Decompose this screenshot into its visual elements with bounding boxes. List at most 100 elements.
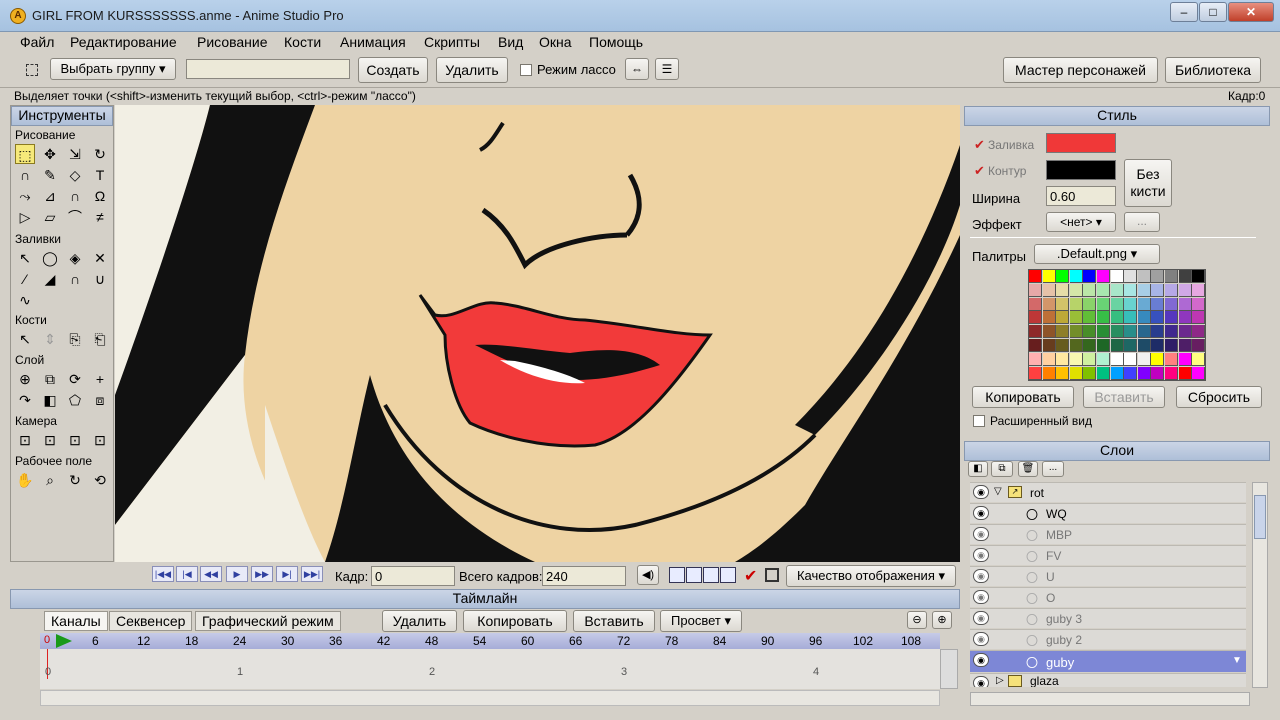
effect-options-button[interactable]: ... [1124,212,1160,232]
shear-layer-tool-icon[interactable]: ⬠ [65,390,85,410]
stroke-color-swatch[interactable] [1046,160,1116,180]
menu-edit[interactable]: Редактирование [68,34,179,50]
palette-swatch[interactable] [1069,283,1083,297]
visibility-eye-icon[interactable]: ◉ [973,548,989,562]
delete-edge-tool-icon[interactable]: ▷ [15,207,35,227]
layer-row-guby[interactable]: ◉ 〇 guby ▼ [970,650,1246,672]
palette-swatch[interactable] [1069,325,1083,339]
palette-swatch[interactable] [1165,339,1178,352]
palette-swatch[interactable] [1151,339,1165,352]
view-split-horizontal-icon[interactable] [703,567,719,583]
palette-swatch[interactable] [1110,283,1124,297]
palette-swatch[interactable] [1192,311,1206,325]
palette-swatch[interactable] [1151,366,1165,380]
palette-swatch[interactable] [1083,270,1097,283]
create-button[interactable]: Создать [358,57,428,83]
paint-bucket-tool-icon[interactable]: ◈ [65,248,85,268]
layer-row-mbp[interactable]: ◉ 〇 MBP [970,524,1246,544]
text-tool-icon[interactable]: T [90,165,110,185]
palette-swatch[interactable] [1097,325,1110,339]
stroke-check-icon[interactable]: ✔ [974,163,985,179]
palette-swatch[interactable] [1192,283,1206,297]
palette-swatch[interactable] [1192,352,1206,366]
palette-swatch[interactable] [1042,283,1056,297]
frame-input[interactable]: 0 [371,566,455,586]
view-split-vertical-icon[interactable] [686,567,702,583]
translate-tool-icon[interactable]: ✥ [40,144,60,164]
library-button[interactable]: Библиотека [1165,57,1261,83]
palette-swatch[interactable] [1178,297,1192,311]
first-frame-icon[interactable]: |◀◀ [152,566,174,582]
prev-key-icon[interactable]: |◀ [176,566,198,582]
curvature-tool-icon[interactable]: ⤳ [15,186,35,206]
palette-swatch[interactable] [1083,325,1097,339]
visibility-eye-icon[interactable]: ◉ [973,569,989,583]
flip-layer-tool-icon[interactable]: ◧ [40,390,60,410]
collapse-arrow-icon[interactable]: ▷ [996,675,1004,686]
layers-scrollbar[interactable] [1252,482,1268,688]
palette-swatch[interactable] [1097,311,1110,325]
palette-swatch[interactable] [1124,283,1138,297]
shear-tool-icon[interactable]: ⌒ [65,207,85,227]
palette-swatch[interactable] [1165,270,1178,283]
visibility-eye-icon[interactable]: ◉ [973,653,989,667]
palette-swatch[interactable] [1137,325,1151,339]
select-group-dropdown[interactable]: Выбрать группу ▾ [50,58,176,80]
palette-swatch[interactable] [1137,366,1151,380]
style-reset-button[interactable]: Сбросить [1176,386,1262,408]
eyedropper-tool-icon[interactable]: ⁄ [15,269,35,289]
expand-arrow-icon[interactable]: ▽ [994,486,1002,497]
curve-profile-tool-icon[interactable]: ∿ [15,290,35,310]
effect-dropdown[interactable]: <нет> ▾ [1046,212,1116,232]
palette-swatch[interactable] [1178,311,1192,325]
palette-swatch[interactable] [1192,325,1206,339]
width-input[interactable]: 0.60 [1046,186,1116,206]
tab-sequencer[interactable]: Секвенсер [109,611,193,631]
palette-swatch[interactable] [1029,352,1042,366]
total-frames-input[interactable]: 240 [542,566,626,586]
flip-horizontal-icon[interactable]: ⇔ [625,58,649,80]
palette-swatch[interactable] [1042,325,1056,339]
fill-check-icon[interactable]: ✔ [974,137,985,153]
palette-swatch[interactable] [1165,352,1178,366]
palette-swatch[interactable] [1165,325,1178,339]
palette-swatch[interactable] [1165,283,1178,297]
align-icon[interactable]: ☰ [655,58,679,80]
palette-swatch[interactable] [1056,311,1070,325]
visibility-eye-icon[interactable]: ◉ [973,590,989,604]
maximize-button[interactable]: □ [1199,2,1227,22]
rotate-layer-tool-icon[interactable]: ↷ [15,390,35,410]
palette-swatch[interactable] [1165,297,1178,311]
select-shape-tool-icon[interactable]: ↖ [15,248,35,268]
menu-bones[interactable]: Кости [282,34,323,50]
palette-swatch[interactable] [1097,352,1110,366]
palette-swatch[interactable] [1151,270,1165,283]
sound-icon[interactable]: ◀) [637,565,659,585]
timeline-paste-button[interactable]: Вставить [573,610,655,632]
select-points-tool-icon[interactable]: ⬚ [15,144,35,164]
next-key-icon[interactable]: ▶| [276,566,298,582]
prev-frame-icon[interactable]: ◀◀ [200,566,222,582]
scale-layer-tool-icon[interactable]: ⟳ [65,369,85,389]
shape-tool-icon[interactable]: ◇ [65,165,85,185]
palette-swatch[interactable] [1124,270,1138,283]
palette-swatch[interactable] [1124,339,1138,352]
palette-swatch[interactable] [1056,366,1070,380]
color-palette-grid[interactable] [1028,269,1206,381]
palette-swatch[interactable] [1097,283,1110,297]
palette-swatch[interactable] [1029,366,1042,380]
layer-dropdown-icon[interactable]: ▼ [1232,655,1242,666]
menu-windows[interactable]: Окна [537,34,574,50]
add-point-tool-icon[interactable]: ∩ [15,165,35,185]
warp-tool-icon[interactable]: Ω [90,186,110,206]
palette-swatch[interactable] [1042,352,1056,366]
palette-swatch[interactable] [1165,366,1178,380]
zoom-tool-icon[interactable]: ⌕ [40,470,60,490]
layer-options-icon[interactable]: ... [1042,461,1064,477]
delete-layer-icon[interactable]: 🗑 [1018,461,1038,477]
palette-swatch[interactable] [1192,297,1206,311]
palette-swatch[interactable] [1110,297,1124,311]
noise-tool-icon[interactable]: ≠ [90,207,110,227]
palette-swatch[interactable] [1069,311,1083,325]
magnet-tool-icon[interactable]: ⊿ [40,186,60,206]
